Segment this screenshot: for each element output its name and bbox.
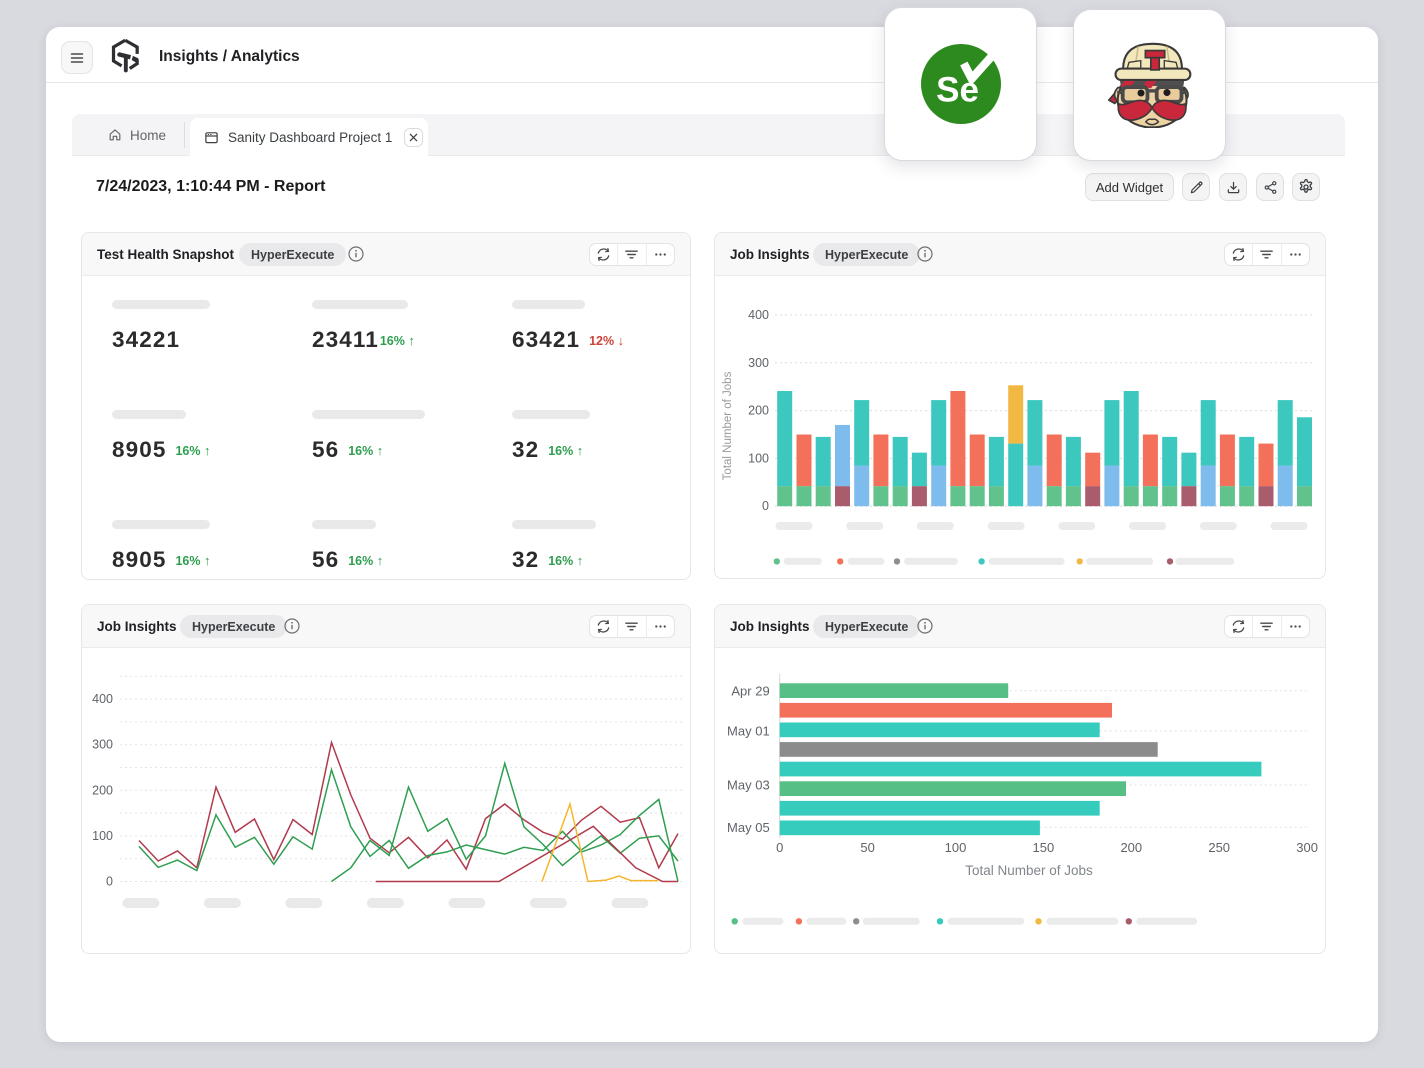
- svg-text:Apr 29: Apr 29: [731, 683, 769, 698]
- svg-text:50: 50: [860, 840, 874, 855]
- svg-text:300: 300: [92, 738, 113, 752]
- svg-text:0: 0: [106, 875, 113, 889]
- svg-text:May 03: May 03: [727, 778, 770, 793]
- svg-text:May 01: May 01: [727, 723, 770, 738]
- svg-text:Total Number of Jobs: Total Number of Jobs: [722, 371, 734, 480]
- svg-text:200: 200: [1120, 840, 1142, 855]
- svg-text:300: 300: [1296, 840, 1318, 855]
- svg-text:May 05: May 05: [727, 820, 770, 835]
- svg-text:300: 300: [748, 356, 769, 370]
- svg-text:250: 250: [1208, 840, 1230, 855]
- svg-text:200: 200: [92, 783, 113, 797]
- svg-text:200: 200: [748, 404, 769, 418]
- svg-text:400: 400: [92, 692, 113, 706]
- svg-text:150: 150: [1033, 840, 1055, 855]
- svg-text:0: 0: [762, 499, 769, 513]
- svg-text:100: 100: [945, 840, 967, 855]
- svg-text:100: 100: [748, 451, 769, 465]
- svg-text:Total Number of Jobs: Total Number of Jobs: [965, 863, 1093, 878]
- svg-text:100: 100: [92, 829, 113, 843]
- svg-text:Se: Se: [936, 71, 979, 110]
- svg-text:400: 400: [748, 308, 769, 322]
- svg-text:0: 0: [776, 840, 783, 855]
